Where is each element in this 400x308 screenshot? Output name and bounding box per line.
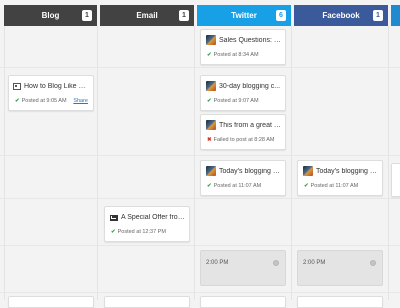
count-badge: 1 xyxy=(82,10,92,21)
column-title: Blog xyxy=(41,11,60,20)
column-title: Facebook xyxy=(322,11,360,20)
add-icon[interactable] xyxy=(370,260,376,266)
share-link[interactable]: Share xyxy=(73,98,88,104)
post-card-email[interactable]: A Special Offer from... ✔ Posted at 12:37… xyxy=(104,206,190,242)
column-divider xyxy=(388,26,389,300)
add-icon[interactable] xyxy=(273,260,279,266)
post-title: How to Blog Like a ... xyxy=(24,83,89,90)
slot-time: 2:00 PM xyxy=(303,260,326,266)
post-status: ✔ Posted at 9:05 AM xyxy=(15,98,67,104)
error-icon: ✖ xyxy=(207,137,212,143)
post-title: 30-day blogging c... xyxy=(219,83,281,90)
post-card-twitter[interactable]: Today's blogging ti... ✔ Posted at 11:07 … xyxy=(200,160,286,196)
post-card-partial[interactable] xyxy=(8,296,94,308)
column-next xyxy=(391,0,400,300)
column-header-blog[interactable]: Blog 1 xyxy=(4,5,97,26)
post-card-blog[interactable]: How to Blog Like a ... ✔ Posted at 9:05 A… xyxy=(8,75,94,111)
post-card-partial[interactable] xyxy=(200,296,286,308)
post-title: Sales Questions: h... xyxy=(219,37,281,44)
check-icon: ✔ xyxy=(207,183,212,189)
check-icon: ✔ xyxy=(15,98,20,104)
post-status: ✔ Posted at 9:07 AM xyxy=(207,98,259,104)
post-card-twitter[interactable]: 30-day blogging c... ✔ Posted at 9:07 AM xyxy=(200,75,286,111)
envelope-icon xyxy=(110,215,118,221)
post-status: ✔ Posted at 11:07 AM xyxy=(207,183,262,189)
column-header-next[interactable] xyxy=(391,5,400,26)
post-status: ✔ Posted at 11:07 AM xyxy=(304,183,359,189)
count-badge: 1 xyxy=(373,10,383,21)
document-icon xyxy=(13,83,21,90)
check-icon: ✔ xyxy=(111,229,116,235)
post-title: A Special Offer from... xyxy=(121,214,185,221)
column-header-email[interactable]: Email 1 xyxy=(100,5,194,26)
count-badge: 6 xyxy=(276,10,286,21)
post-thumbnail-icon xyxy=(206,35,216,45)
column-blog: Blog 1 xyxy=(4,0,97,300)
column-divider xyxy=(97,26,98,300)
post-card-partial[interactable] xyxy=(391,163,400,197)
post-status: ✔ Posted at 12:37 PM xyxy=(111,229,166,235)
column-header-facebook[interactable]: Facebook 1 xyxy=(294,5,388,26)
check-icon: ✔ xyxy=(207,98,212,104)
time-slot-facebook[interactable]: 2:00 PM xyxy=(297,250,383,286)
check-icon: ✔ xyxy=(304,183,309,189)
post-title: This from a great c... xyxy=(219,122,281,129)
post-card-facebook[interactable]: Today's blogging ti... ✔ Posted at 11:07 … xyxy=(297,160,383,196)
column-divider xyxy=(291,26,292,300)
column-title: Twitter xyxy=(231,11,257,20)
post-thumbnail-icon xyxy=(206,81,216,91)
post-card-partial[interactable] xyxy=(297,296,383,308)
post-title: Today's blogging ti... xyxy=(316,168,378,175)
post-status: ✔ Posted at 8:34 AM xyxy=(207,52,259,58)
check-icon: ✔ xyxy=(207,52,212,58)
post-card-twitter[interactable]: Sales Questions: h... ✔ Posted at 8:34 AM xyxy=(200,29,286,65)
post-thumbnail-icon xyxy=(206,120,216,130)
post-card-twitter[interactable]: This from a great c... ✖ Failed to post a… xyxy=(200,114,286,150)
column-divider xyxy=(194,26,195,300)
column-title: Email xyxy=(136,11,158,20)
slot-time: 2:00 PM xyxy=(206,260,229,266)
count-badge: 1 xyxy=(179,10,189,21)
post-card-partial[interactable] xyxy=(104,296,190,308)
column-email: Email 1 xyxy=(100,0,194,300)
post-status: ✖ Failed to post at 8:28 AM xyxy=(207,137,275,143)
post-title: Today's blogging ti... xyxy=(219,168,281,175)
post-thumbnail-icon xyxy=(206,166,216,176)
column-header-twitter[interactable]: Twitter 6 xyxy=(197,5,291,26)
post-thumbnail-icon xyxy=(303,166,313,176)
time-slot-twitter[interactable]: 2:00 PM xyxy=(200,250,286,286)
